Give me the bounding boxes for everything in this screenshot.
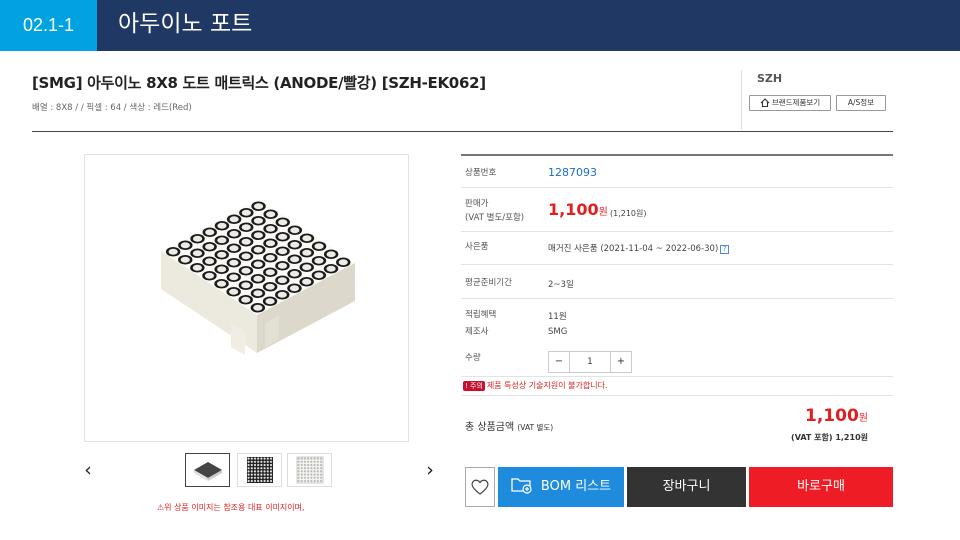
help-icon[interactable]: ? — [720, 245, 730, 254]
row-divider — [461, 231, 893, 232]
wishlist-button[interactable] — [465, 467, 495, 507]
product-spec: 배열 : 8X8 / / 픽셀 : 64 / 색상 : 레드(Red) — [32, 103, 192, 113]
folder-add-icon — [511, 471, 533, 511]
thumbnail[interactable] — [237, 453, 282, 487]
gift-value: 매거진 사은품 (2021-11-04 ~ 2022-06-30)? — [548, 242, 730, 254]
product-image — [84, 154, 409, 442]
bom-list-button[interactable]: BOM 리스트 — [498, 467, 624, 507]
thumbnail[interactable] — [287, 453, 332, 487]
row-divider — [461, 264, 893, 265]
prep-value: 2~3일 — [548, 280, 574, 290]
brand-products-label: 브랜드제품보기 — [771, 98, 821, 107]
price-vat: (1,210원) — [610, 209, 647, 218]
total-label: 총 상품금액 (VAT 별도) — [465, 422, 554, 433]
qty-minus-button[interactable]: − — [548, 351, 570, 373]
slide-title: 아두이노 포트 — [118, 11, 253, 37]
code-label: 상품번호 — [465, 168, 497, 178]
buy-now-button[interactable]: 바로구매 — [749, 467, 893, 507]
home-icon — [760, 98, 770, 112]
as-info-button[interactable]: A/S정보 — [836, 95, 886, 111]
price-label-sub: (VAT 별도/포함) — [465, 213, 525, 223]
qty-plus-button[interactable]: + — [610, 351, 632, 373]
product-title: [SMG] 아두이노 8X8 도트 매트릭스 (ANODE/빨강) [SZH-E… — [32, 74, 486, 92]
gift-label: 사은품 — [465, 242, 489, 252]
points-label: 적립혜택 — [465, 310, 497, 320]
qty-input[interactable]: 1 — [569, 351, 611, 373]
product-code: 1287093 — [548, 166, 597, 179]
row-divider — [461, 376, 893, 377]
thumbnail[interactable] — [185, 453, 230, 487]
maker-value: SMG — [548, 327, 568, 337]
support-warning: ! 주의 제품 특성상 기술지원이 불가합니다. — [463, 381, 608, 391]
title-rule — [32, 131, 893, 132]
total-vat: (VAT 포함) 1,210원 — [791, 433, 868, 442]
maker-label: 제조사 — [465, 327, 489, 337]
row-divider — [461, 298, 893, 299]
slide-header: 02.1-1 아두이노 포트 — [0, 0, 960, 51]
points-value: 11원 — [548, 312, 567, 322]
image-note: ⚠위 상품 이미지는 참조용 대표 이미지이며, — [157, 503, 305, 512]
dot-matrix-image — [161, 199, 355, 355]
heart-icon — [471, 479, 489, 495]
total-amount: 1,100원 — [805, 406, 868, 426]
sale-price: 1,100원 — [548, 200, 608, 219]
divider — [741, 70, 742, 130]
qty-label: 수량 — [465, 353, 481, 363]
brand-name: SZH — [757, 72, 783, 85]
slide-number: 02.1-1 — [0, 0, 97, 51]
row-divider — [461, 187, 893, 188]
info-top-rule — [461, 154, 893, 156]
add-to-cart-button[interactable]: 장바구니 — [627, 467, 746, 507]
prep-label: 평균준비기간 — [465, 278, 512, 288]
caution-badge: ! 주의 — [463, 381, 485, 391]
price-label: 판매가 — [465, 199, 489, 209]
next-image-button[interactable]: › — [423, 459, 437, 481]
row-divider — [461, 395, 893, 396]
prev-image-button[interactable]: ‹ — [81, 459, 95, 481]
brand-products-button[interactable]: 브랜드제품보기 — [749, 95, 831, 111]
